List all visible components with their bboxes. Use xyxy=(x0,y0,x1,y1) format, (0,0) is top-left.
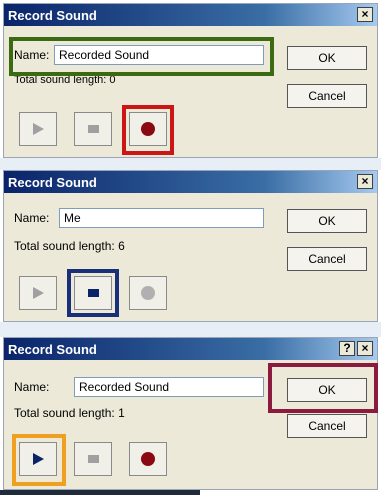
record-sound-dialog-1: Record Sound × Name: Recorded Sound Tota… xyxy=(3,3,378,158)
stop-button[interactable] xyxy=(74,442,112,476)
stop-button[interactable] xyxy=(74,112,112,146)
stop-icon xyxy=(87,455,99,463)
record-highlight xyxy=(122,105,174,155)
background-strip xyxy=(0,158,381,170)
title-bar: Record Sound × xyxy=(4,4,377,26)
play-icon xyxy=(32,287,44,299)
name-field-highlight xyxy=(9,37,274,76)
title-bar: Record Sound ? × xyxy=(4,338,377,360)
cancel-button[interactable]: Cancel xyxy=(287,414,367,438)
ok-button[interactable]: OK xyxy=(287,209,367,233)
record-sound-dialog-3: Record Sound ? × Name: Recorded Sound To… xyxy=(3,337,378,490)
play-icon xyxy=(32,123,44,135)
close-icon[interactable]: × xyxy=(357,7,373,22)
stop-highlight xyxy=(67,269,119,317)
record-button[interactable] xyxy=(129,276,167,310)
dialog-title: Record Sound xyxy=(8,174,97,190)
title-bar: Record Sound × xyxy=(4,171,377,193)
dialog-title: Record Sound xyxy=(8,341,97,357)
cancel-button[interactable]: Cancel xyxy=(287,84,367,108)
ok-button[interactable]: OK xyxy=(287,46,367,70)
sound-length-label: Total sound length: 1 xyxy=(14,406,125,420)
play-highlight xyxy=(12,434,66,486)
record-icon xyxy=(141,286,155,300)
play-button[interactable] xyxy=(19,276,57,310)
play-button[interactable] xyxy=(19,112,57,146)
record-button[interactable] xyxy=(129,442,167,476)
background-strip xyxy=(0,322,381,337)
cancel-button[interactable]: Cancel xyxy=(287,247,367,271)
sound-length-label: Total sound length: 6 xyxy=(14,239,125,253)
close-icon[interactable]: × xyxy=(357,341,373,356)
help-icon[interactable]: ? xyxy=(339,341,355,356)
name-field[interactable]: Recorded Sound xyxy=(74,377,264,397)
name-field[interactable]: Me xyxy=(59,208,264,228)
record-sound-dialog-2: Record Sound × Name: Me Total sound leng… xyxy=(3,170,378,322)
stop-icon xyxy=(87,125,99,133)
ok-highlight xyxy=(268,363,378,413)
name-label: Name: xyxy=(14,211,50,225)
dialog-title: Record Sound xyxy=(8,7,97,23)
record-icon xyxy=(141,452,155,466)
close-icon[interactable]: × xyxy=(357,174,373,189)
taskbar-fragment xyxy=(0,490,200,495)
name-label: Name: xyxy=(14,380,50,394)
